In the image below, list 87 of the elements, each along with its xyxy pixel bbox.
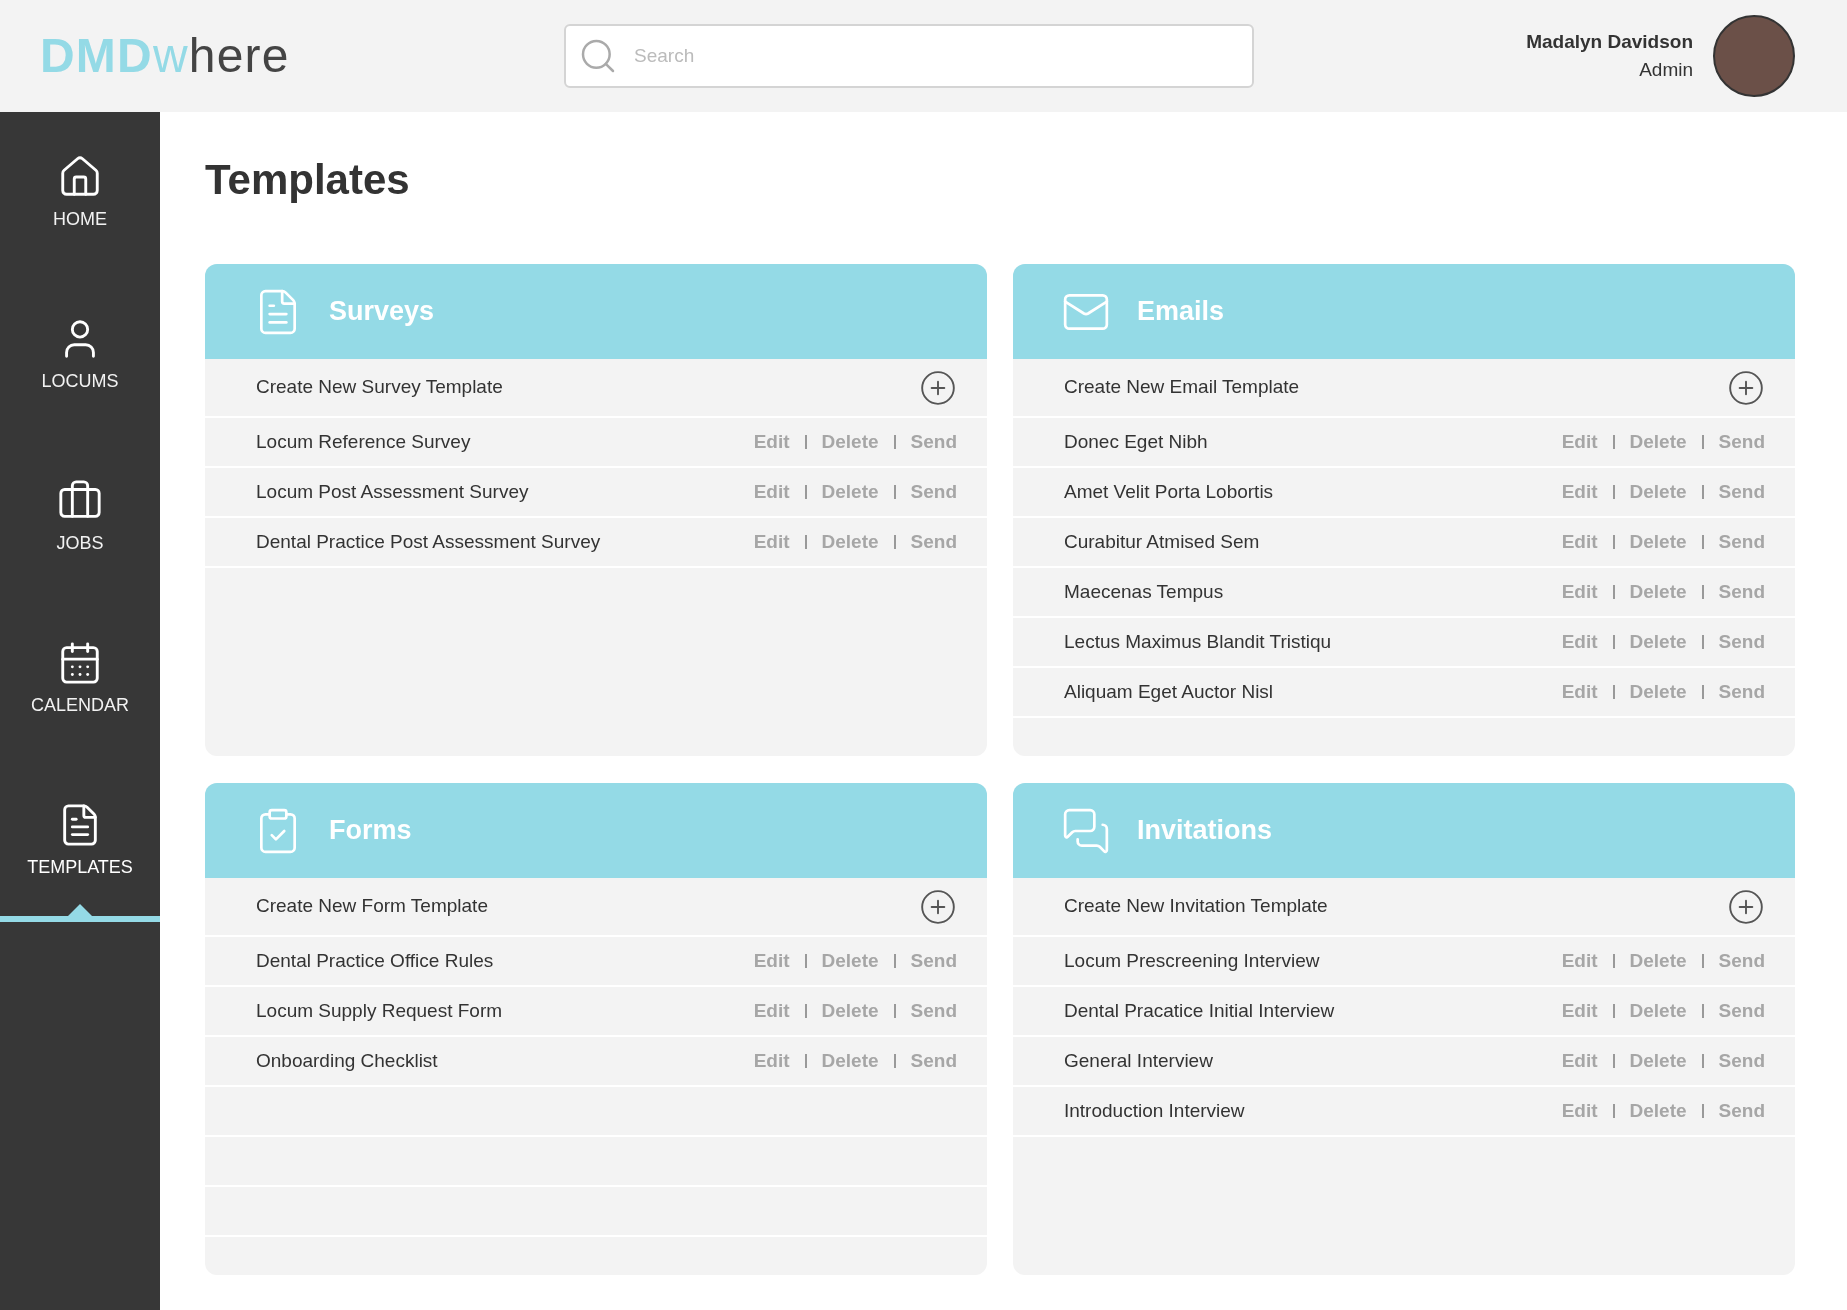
action-link[interactable]: Delete [821, 946, 879, 976]
action-link[interactable]: Delete [1629, 577, 1687, 607]
action-link[interactable]: Edit [1561, 1046, 1598, 1076]
template-name[interactable]: Lectus Maximus Blandit Tristiqu [1064, 627, 1332, 657]
template-name[interactable]: Donec Eget Nibh [1064, 427, 1208, 457]
card-title: Surveys [329, 295, 435, 329]
action-link[interactable]: Edit [753, 946, 790, 976]
action-link[interactable]: Edit [1561, 1096, 1598, 1126]
action-link[interactable]: Delete [1629, 946, 1687, 976]
template-name[interactable]: Curabitur Atmised Sem [1064, 527, 1260, 557]
add-icon[interactable] [1727, 887, 1765, 926]
template-name[interactable]: Locum Reference Survey [256, 427, 471, 457]
create-template-link[interactable]: Create New Invitation Template [1064, 892, 1328, 921]
action-link[interactable]: Edit [1561, 427, 1598, 457]
action-link[interactable]: Send [1718, 677, 1765, 707]
action-link[interactable]: Edit [1561, 677, 1598, 707]
action-link[interactable]: Delete [821, 1046, 879, 1076]
user-name: Madalyn Davidson [1526, 29, 1693, 54]
action-link[interactable]: Edit [1561, 627, 1598, 657]
action-link[interactable]: Send [910, 477, 957, 507]
template-name[interactable]: Introduction Interview [1064, 1096, 1245, 1126]
action-link[interactable]: Edit [1561, 527, 1598, 557]
search-field[interactable]: Search [564, 24, 1254, 88]
action-link[interactable]: Delete [821, 427, 879, 457]
action-link[interactable]: Edit [1561, 477, 1598, 507]
card-title: Invitations [1137, 814, 1272, 848]
add-icon[interactable] [1727, 368, 1765, 407]
nav-item[interactable]: TEMPLATES [27, 801, 133, 881]
add-icon[interactable] [919, 368, 957, 407]
create-template-link[interactable]: Create New Email Template [1064, 373, 1300, 402]
create-template-link[interactable]: Create New Survey Template [256, 373, 503, 402]
logo: DMDwhere [40, 32, 291, 80]
nav-item[interactable]: LOCUMS [41, 315, 119, 395]
nav-item[interactable]: CALENDAR [31, 639, 129, 719]
action-link[interactable]: Send [1718, 627, 1765, 657]
action-link[interactable]: Send [1718, 527, 1765, 557]
action-link[interactable]: Send [910, 946, 957, 976]
user-role: Admin [1639, 58, 1693, 82]
template-name[interactable]: Locum Supply Request Form [256, 996, 503, 1026]
template-name[interactable]: Onboarding Checklist [256, 1046, 438, 1076]
action-link[interactable]: Edit [753, 477, 790, 507]
template-name[interactable]: General Interview [1064, 1046, 1213, 1076]
template-name[interactable]: Locum Prescreening Interview [1064, 946, 1320, 976]
template-name[interactable]: Aliquam Eget Auctor Nisl [1064, 677, 1274, 707]
card-title: Forms [329, 814, 412, 848]
action-link[interactable]: Delete [1629, 527, 1687, 557]
action-link[interactable]: Send [1718, 577, 1765, 607]
action-link[interactable]: Delete [1629, 1046, 1687, 1076]
action-link[interactable]: Send [1718, 996, 1765, 1026]
action-link[interactable]: Edit [753, 527, 790, 557]
template-name[interactable]: Amet Velit Porta Lobortis [1064, 477, 1274, 507]
card-title: Emails [1137, 295, 1225, 329]
action-link[interactable]: Edit [1561, 996, 1598, 1026]
action-link[interactable]: Delete [1629, 677, 1687, 707]
action-link[interactable]: Send [1718, 1096, 1765, 1126]
template-name[interactable]: Dental Practice Post Assessment Survey [256, 527, 601, 557]
action-link[interactable]: Delete [821, 996, 879, 1026]
create-template-link[interactable]: Create New Form Template [256, 892, 488, 921]
action-link[interactable]: Edit [753, 996, 790, 1026]
action-link[interactable]: Send [1718, 477, 1765, 507]
action-link[interactable]: Delete [1629, 1096, 1687, 1126]
action-link[interactable]: Delete [821, 477, 879, 507]
action-link[interactable]: Send [910, 996, 957, 1026]
action-link[interactable]: Send [1718, 1046, 1765, 1076]
action-link[interactable]: Edit [1561, 946, 1598, 976]
template-name[interactable]: Dental Practice Office Rules [256, 946, 494, 976]
nav-item[interactable]: JOBS [56, 477, 104, 557]
template-name[interactable]: Dental Pracatice Initial Interview [1064, 996, 1335, 1026]
add-icon[interactable] [919, 887, 957, 926]
template-name[interactable]: Locum Post Assessment Survey [256, 477, 529, 507]
action-link[interactable]: Delete [821, 527, 879, 557]
action-link[interactable]: Edit [1561, 577, 1598, 607]
action-link[interactable]: Delete [1629, 627, 1687, 657]
action-link[interactable]: Edit [753, 427, 790, 457]
action-link[interactable]: Edit [753, 1046, 790, 1076]
action-link[interactable]: Send [910, 427, 957, 457]
action-link[interactable]: Delete [1629, 996, 1687, 1026]
action-link[interactable]: Send [1718, 427, 1765, 457]
action-link[interactable]: Send [910, 527, 957, 557]
action-link[interactable]: Delete [1629, 477, 1687, 507]
nav-item[interactable]: HOME [53, 153, 107, 233]
action-link[interactable]: Send [1718, 946, 1765, 976]
action-link[interactable]: Send [910, 1046, 957, 1076]
page-title: Templates [205, 155, 411, 205]
search-input[interactable]: Search [634, 41, 1240, 71]
template-name[interactable]: Maecenas Tempus [1064, 577, 1224, 607]
action-link[interactable]: Delete [1629, 427, 1687, 457]
